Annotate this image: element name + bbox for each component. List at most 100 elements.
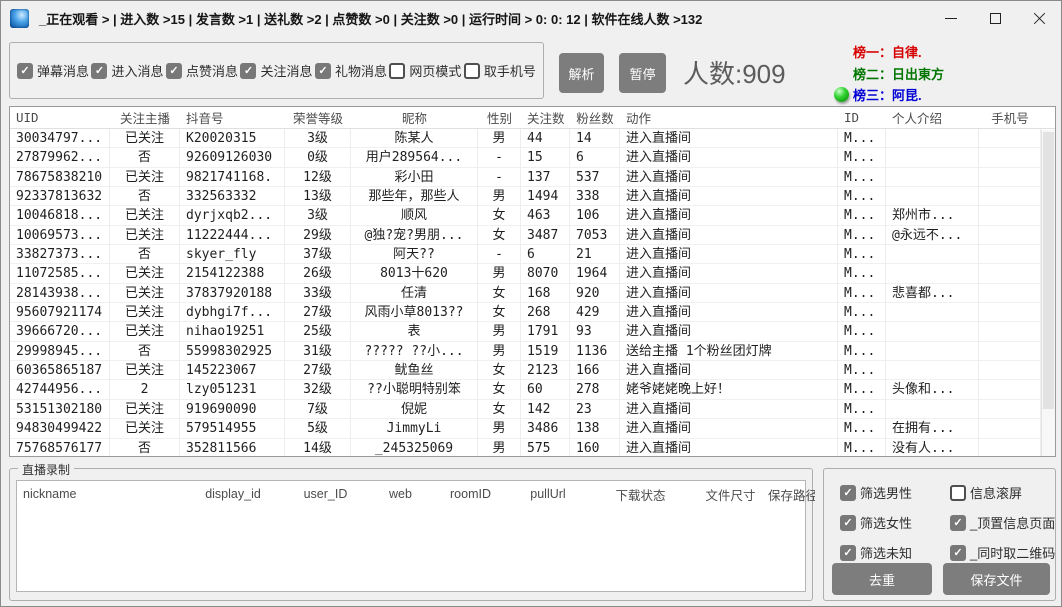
table-cell	[979, 322, 1041, 340]
message-filter-checkbox[interactable]: 取手机号	[464, 61, 536, 80]
checkbox-unchecked-icon[interactable]	[389, 63, 405, 79]
checkbox-unchecked-icon[interactable]	[464, 63, 480, 79]
maximize-button[interactable]	[973, 1, 1017, 36]
table-row[interactable]: 78675838210已关注9821741168.12级彩小田-137537进入…	[10, 168, 1055, 187]
checkbox-checked-icon[interactable]: ✓	[166, 63, 182, 79]
filter-checkbox[interactable]: ✓筛选男性	[840, 483, 946, 502]
dedupe-button[interactable]: 去重	[832, 563, 932, 595]
checkbox-checked-icon[interactable]: ✓	[91, 63, 107, 79]
minimize-button[interactable]	[929, 1, 973, 36]
table-cell: 女	[478, 303, 521, 321]
table-row[interactable]: 75768576177否35281156614级_245325069男57516…	[10, 439, 1055, 458]
table-row[interactable]: 33827373...否skyer_fly37级阿天??-621进入直播间M..…	[10, 245, 1055, 264]
table-cell: 进入直播间	[620, 322, 838, 340]
filter-checkbox[interactable]: ✓_同时取二维码	[950, 543, 1055, 562]
filter-checkbox[interactable]: 信息滚屏	[950, 483, 1055, 502]
table-row[interactable]: 10046818...已关注dyrjxqb2...3级顺风女463106进入直播…	[10, 206, 1055, 225]
checkbox-checked-icon[interactable]: ✓	[950, 515, 966, 531]
column-header[interactable]: 昵称	[351, 108, 478, 127]
rec-column-header[interactable]: 下载状态	[588, 485, 693, 504]
table-row[interactable]: 53151302180已关注9196900907级倪妮女14223进入直播间M.…	[10, 400, 1055, 419]
message-filter-checkbox[interactable]: ✓关注消息	[240, 61, 312, 80]
message-filter-checkbox[interactable]: ✓点赞消息	[166, 61, 238, 80]
vertical-scrollbar[interactable]	[1041, 130, 1055, 456]
rec-column-header[interactable]: roomID	[433, 487, 508, 501]
filter-checkbox[interactable]: ✓_顶置信息页面	[950, 513, 1055, 532]
checkbox-checked-icon[interactable]: ✓	[840, 515, 856, 531]
table-row[interactable]: 10069573...已关注11222444...29级@独?宠?男朋...女3…	[10, 226, 1055, 245]
table-cell: 3级	[285, 206, 351, 224]
table-cell: 否	[110, 245, 180, 263]
filter-checkbox-label: 筛选女性	[860, 513, 912, 532]
table-cell: 53151302180	[10, 400, 110, 418]
column-header[interactable]: 抖音号	[180, 108, 285, 127]
checkbox-checked-icon[interactable]: ✓	[17, 63, 33, 79]
rec-column-header[interactable]: display_id	[183, 487, 283, 501]
column-header[interactable]: 关注主播	[110, 108, 180, 127]
checkbox-checked-icon[interactable]: ✓	[840, 545, 856, 561]
table-cell: 已关注	[110, 303, 180, 321]
checkbox-checked-icon[interactable]: ✓	[950, 545, 966, 561]
table-row[interactable]: 29998945...否5599830292531级????? ??小...男1…	[10, 342, 1055, 361]
checkbox-unchecked-icon[interactable]	[950, 485, 966, 501]
table-row[interactable]: 28143938...已关注3783792018833级任清女168920进入直…	[10, 284, 1055, 303]
table-row[interactable]: 95607921174已关注dybhgi7f...27级风雨小草8013??女2…	[10, 303, 1055, 322]
table-cell: 头像和...	[886, 380, 979, 398]
table-row[interactable]: 94830499422已关注5795149555级JimmyLi男3486138…	[10, 419, 1055, 438]
table-cell: 已关注	[110, 284, 180, 302]
message-filter-checkbox[interactable]: ✓礼物消息	[315, 61, 387, 80]
table-cell: 已关注	[110, 168, 180, 186]
viewers-table[interactable]: UID关注主播抖音号荣誉等级昵称性别关注数粉丝数动作ID个人介绍手机号 3003…	[9, 106, 1056, 457]
column-header[interactable]: UID	[10, 110, 110, 125]
table-cell: 78675838210	[10, 168, 110, 186]
column-header[interactable]: 个人介绍	[886, 108, 979, 127]
rec-column-header[interactable]: user_ID	[283, 487, 368, 501]
column-header[interactable]: ID	[838, 110, 886, 125]
column-header[interactable]: 性别	[478, 108, 521, 127]
parse-button[interactable]: 解析	[559, 53, 604, 93]
table-cell: 15	[521, 148, 570, 166]
pause-button[interactable]: 暂停	[619, 53, 666, 93]
table-row[interactable]: 60365865187已关注14522306727级鱿鱼丝女2123166进入直…	[10, 361, 1055, 380]
table-cell: 5级	[285, 419, 351, 437]
table-row[interactable]: 39666720...已关注nihao1925125级表男179193进入直播间…	[10, 322, 1055, 341]
table-cell: 男	[478, 439, 521, 457]
rec-column-header[interactable]: pullUrl	[508, 487, 588, 501]
scrollbar-thumb[interactable]	[1043, 132, 1054, 409]
table-row[interactable]: 27879962...否926091260300级用户289564...-156…	[10, 148, 1055, 167]
recording-list[interactable]: nicknamedisplay_iduser_IDwebroomIDpullUr…	[16, 480, 806, 592]
rec-column-header[interactable]: nickname	[23, 487, 183, 501]
table-cell: 8013十620	[351, 264, 478, 282]
checkbox-checked-icon[interactable]: ✓	[315, 63, 331, 79]
rec-column-header[interactable]: web	[368, 487, 433, 501]
column-header[interactable]: 荣誉等级	[285, 108, 351, 127]
viewer-count: 人数:909	[683, 54, 786, 91]
table-cell: 进入直播间	[620, 129, 838, 147]
message-filter-checkbox[interactable]: 网页模式	[389, 61, 461, 80]
checkbox-checked-icon[interactable]: ✓	[240, 63, 256, 79]
filter-checkbox[interactable]: ✓筛选女性	[840, 513, 946, 532]
table-cell: 悲喜都...	[886, 284, 979, 302]
close-button[interactable]	[1017, 1, 1061, 36]
table-row[interactable]: 92337813632否33256333213级那些年，那些人男1494338进…	[10, 187, 1055, 206]
title-bar[interactable]: _正在观看 > | 进入数 >15 | 发言数 >1 | 送礼数 >2 | 点赞…	[1, 1, 1061, 36]
table-cell: 94830499422	[10, 419, 110, 437]
filter-checkbox[interactable]: ✓筛选未知	[840, 543, 946, 562]
checkbox-checked-icon[interactable]: ✓	[840, 485, 856, 501]
rec-column-header[interactable]: 保存路径	[768, 485, 815, 504]
message-filter-checkbox[interactable]: ✓弹幕消息	[17, 61, 89, 80]
table-row[interactable]: 42744956...2lzy05123132级??小聪明特别笨女60278姥爷…	[10, 380, 1055, 399]
column-header[interactable]: 动作	[620, 108, 838, 127]
column-header[interactable]: 粉丝数	[570, 108, 620, 127]
table-cell: 92609126030	[180, 148, 285, 166]
column-header[interactable]: 关注数	[521, 108, 570, 127]
column-header[interactable]: 手机号	[979, 108, 1041, 127]
table-cell: M...	[838, 361, 886, 379]
table-row[interactable]: 11072585...已关注215412238826级8013十620男8070…	[10, 264, 1055, 283]
rec-column-header[interactable]: 文件尺寸	[693, 485, 768, 504]
table-cell: 否	[110, 342, 180, 360]
message-filter-checkbox[interactable]: ✓进入消息	[91, 61, 163, 80]
table-cell: M...	[838, 439, 886, 457]
save-file-button[interactable]: 保存文件	[943, 563, 1050, 595]
table-row[interactable]: 30034797...已关注K200203153级陈某人男4414进入直播间M.…	[10, 129, 1055, 148]
